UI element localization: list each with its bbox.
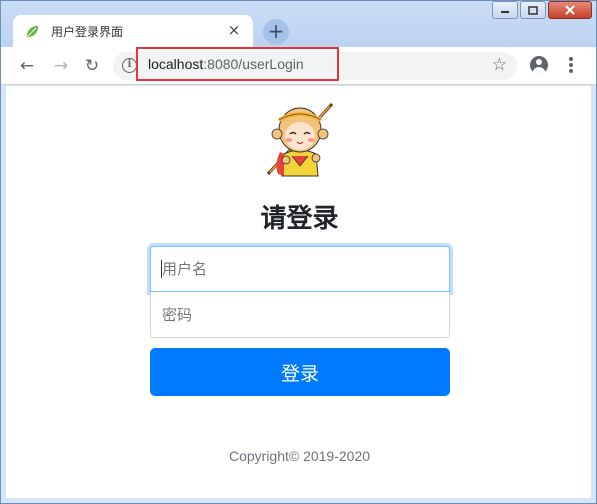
maximize-icon [528, 5, 538, 15]
leaf-icon [26, 25, 39, 38]
maximize-button[interactable] [520, 1, 546, 19]
address-bar[interactable]: i localhost:8080/userLogin ☆ [113, 47, 517, 81]
bookmark-star-icon[interactable]: ☆ [492, 55, 507, 75]
info-icon[interactable]: i [122, 58, 137, 73]
new-tab-button[interactable]: + [263, 19, 289, 45]
url-path: :8080/userLogin [203, 56, 304, 72]
login-heading: 请登录 [260, 204, 339, 234]
text-caret [161, 260, 162, 278]
window-controls [492, 1, 592, 21]
monkey-king-avatar [266, 102, 334, 177]
reload-button[interactable]: ↻ [82, 56, 102, 76]
url-host: localhost [148, 56, 204, 72]
close-window-button[interactable] [548, 1, 592, 19]
forward-button[interactable]: → [51, 56, 71, 76]
tab-close-icon[interactable]: × [225, 21, 243, 39]
minimize-button[interactable] [492, 1, 518, 19]
profile-icon[interactable] [530, 56, 548, 74]
copyright-text: Copyright© 2019-2020 [228, 448, 371, 464]
menu-icon[interactable] [567, 56, 575, 76]
tab-strip: 用户登录界面 × + [1, 1, 596, 47]
login-button[interactable]: 登录 [150, 348, 450, 396]
back-button[interactable]: ← [17, 56, 37, 76]
page-content: 请登录 登录 Copyright© 2019-2020 [6, 86, 591, 498]
close-icon [565, 5, 575, 15]
username-input[interactable] [150, 246, 450, 292]
tab-title: 用户登录界面 [51, 25, 124, 39]
browser-window: 用户登录界面 × + ← → ↻ i localhost:8080/userLo… [0, 0, 597, 504]
browser-toolbar: ← → ↻ i localhost:8080/userLogin ☆ [1, 47, 596, 85]
minimize-icon [501, 11, 509, 13]
browser-tab[interactable]: 用户登录界面 × [13, 15, 253, 47]
url-text[interactable]: localhost:8080/userLogin [148, 56, 304, 72]
password-input[interactable] [150, 292, 450, 338]
